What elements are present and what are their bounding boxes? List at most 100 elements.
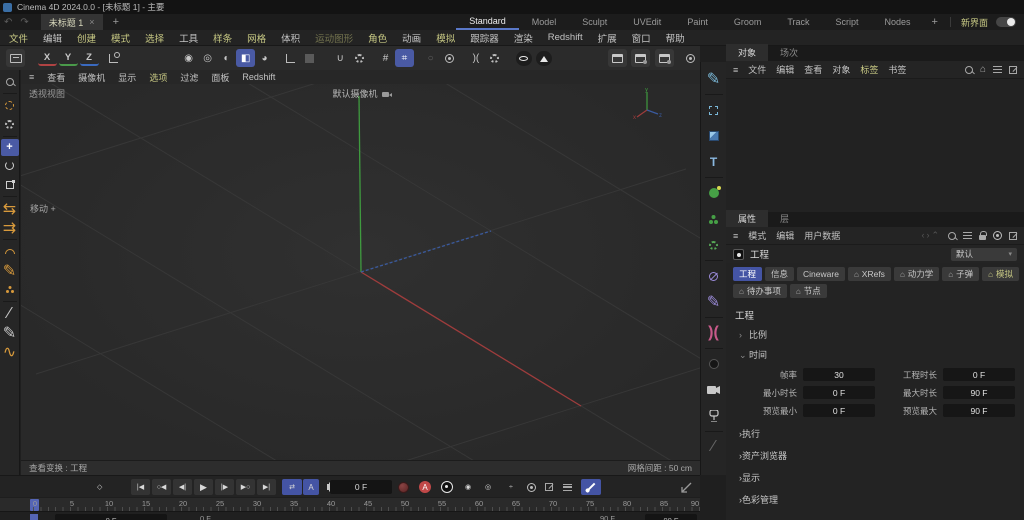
new-document-button[interactable]: + xyxy=(103,16,129,28)
min-time-field[interactable]: 0 F xyxy=(803,386,875,399)
autokey-frame-icon[interactable]: A xyxy=(303,479,319,495)
attr-tab-cineware[interactable]: Cineware xyxy=(797,267,845,281)
brush-tool-icon[interactable]: ∕ xyxy=(0,304,20,323)
group-display[interactable]: ›显示 xyxy=(739,471,1015,484)
cluster-icon[interactable] xyxy=(702,206,726,232)
live-selection-icon[interactable] xyxy=(0,96,20,115)
tab-takes[interactable]: 场次 xyxy=(768,44,810,61)
mirror-gear-icon[interactable] xyxy=(485,49,504,67)
prev-key-button[interactable]: ○◀ xyxy=(152,479,171,495)
tweak-tool-icon[interactable] xyxy=(0,115,20,134)
am-menu-edit[interactable]: 编辑 xyxy=(776,229,794,242)
close-tab-icon[interactable]: × xyxy=(89,17,94,27)
am-menu-mode[interactable]: 模式 xyxy=(748,229,766,242)
add-layout-button[interactable]: + xyxy=(924,16,946,28)
attr-tab-todo[interactable]: ⌂ 待办事项 xyxy=(733,284,787,298)
record-button[interactable] xyxy=(441,479,453,495)
field-icon[interactable] xyxy=(702,263,726,289)
home-icon[interactable]: ⌂ xyxy=(980,64,986,75)
menu-mograph[interactable]: 运动图形 xyxy=(315,31,353,45)
simulate-play-capsule-icon[interactable] xyxy=(536,50,552,66)
timeline-ruler[interactable]: 0 5 10 15 20 25 30 35 40 45 50 55 60 65 … xyxy=(0,497,700,511)
group-color-management[interactable]: ›色彩管理 xyxy=(739,493,1015,506)
am-popout-icon[interactable] xyxy=(1009,231,1017,240)
current-frame-field[interactable]: 0 F xyxy=(330,480,392,494)
lock-y-axis-button[interactable]: Y xyxy=(58,50,78,66)
menu-redshift[interactable]: Redshift xyxy=(548,32,583,43)
asset-browser-icon[interactable] xyxy=(6,49,25,67)
autokeying-icon[interactable]: A xyxy=(419,479,431,495)
keyframe-circle-icon[interactable]: ◉ xyxy=(465,479,471,495)
timeline-resize-icon[interactable] xyxy=(681,479,692,495)
render-settings-button[interactable] xyxy=(654,49,674,67)
key-box-icon[interactable] xyxy=(545,479,553,495)
shading-sphere-icon[interactable]: ◉ xyxy=(179,49,198,67)
layout-tab-sculpt[interactable]: Sculpt xyxy=(569,14,620,30)
record-position-icon[interactable] xyxy=(398,479,409,495)
generator-icon[interactable] xyxy=(702,180,726,206)
menu-tracker[interactable]: 跟踪器 xyxy=(470,31,499,45)
render-view-button[interactable] xyxy=(608,49,628,67)
vp-menu-cameras[interactable]: 摄像机 xyxy=(78,71,105,84)
pen-tool-icon[interactable]: ✎ xyxy=(0,323,20,342)
attr-tab-nodes[interactable]: ⌂ 节点 xyxy=(789,284,827,298)
attr-tab-bullet[interactable]: ⌂ 子弹 xyxy=(942,267,980,281)
am-menu-userdata[interactable]: 用户数据 xyxy=(804,229,840,242)
am-filter-icon[interactable] xyxy=(963,232,972,239)
tab-attributes[interactable]: 属性 xyxy=(726,210,769,227)
menu-volume[interactable]: 体积 xyxy=(281,31,300,45)
vp-menu-display[interactable]: 显示 xyxy=(118,71,136,84)
vp-menu-redshift[interactable]: Redshift xyxy=(242,72,275,82)
preview-min-field[interactable]: 0 F xyxy=(803,404,875,417)
menu-window[interactable]: 窗口 xyxy=(632,31,651,45)
primitive-plane-icon[interactable] xyxy=(702,97,726,123)
menu-animate[interactable]: 动画 xyxy=(402,31,421,45)
attr-tab-project[interactable]: 工程 xyxy=(733,267,763,281)
am-search-icon[interactable] xyxy=(948,231,956,240)
focus-icon[interactable] xyxy=(993,231,1002,240)
next-key-button[interactable]: ▶○ xyxy=(236,479,255,495)
target-circle-icon[interactable] xyxy=(440,49,459,67)
layout-tab-nodes[interactable]: Nodes xyxy=(872,14,924,30)
om-menu-tags[interactable]: 标签 xyxy=(860,63,878,76)
range-start-box[interactable]: 0 F xyxy=(55,514,167,520)
keyframe-selection-icon[interactable] xyxy=(581,479,601,495)
grid-snap-icon[interactable]: # xyxy=(376,49,395,67)
vp-menu-options[interactable]: 选项 xyxy=(149,71,167,84)
deformer-icon[interactable] xyxy=(702,232,726,258)
quantize-snap-icon[interactable]: ⌗ xyxy=(395,49,414,67)
om-menu-file[interactable]: 文件 xyxy=(748,63,766,76)
menu-extensions[interactable]: 扩展 xyxy=(598,31,617,45)
primitive-cube-icon[interactable] xyxy=(702,123,726,149)
render-picture-viewer-button[interactable] xyxy=(631,49,651,67)
attr-tab-xrefs[interactable]: ⌂ XRefs xyxy=(847,267,891,281)
scale-tool-icon[interactable] xyxy=(0,175,20,194)
menu-tools[interactable]: 工具 xyxy=(179,31,198,45)
text-object-icon[interactable]: T xyxy=(702,149,726,175)
mirror-left-icon[interactable]: )( xyxy=(466,49,485,67)
go-to-end-button[interactable]: ▶| xyxy=(257,479,276,495)
menu-render[interactable]: 渲染 xyxy=(514,31,533,45)
menu-mesh[interactable]: 网格 xyxy=(247,31,266,45)
new-ui-toggle[interactable] xyxy=(996,17,1016,27)
dim-circle-icon[interactable]: ○ xyxy=(421,49,440,67)
interactive-render-region-icon[interactable] xyxy=(681,49,700,67)
lock-icon[interactable] xyxy=(979,230,987,240)
am-burger-icon[interactable]: ≡ xyxy=(733,231,738,241)
keyframe-ring-icon[interactable]: ◎ xyxy=(485,479,491,495)
annotate-pencil-icon[interactable]: ∕ xyxy=(702,434,726,460)
spline-pen-icon[interactable]: ✎ xyxy=(702,66,726,92)
shading-material-icon[interactable]: ◕ xyxy=(255,49,274,67)
lock-x-axis-button[interactable]: X xyxy=(37,50,57,66)
key-target-icon[interactable] xyxy=(527,479,536,495)
attr-tab-info[interactable]: 信息 xyxy=(765,267,795,281)
menu-simulate[interactable]: 模拟 xyxy=(436,31,455,45)
sketch-tool-icon[interactable]: ∿ xyxy=(0,342,20,361)
light-object-icon[interactable] xyxy=(702,403,726,429)
camera-label[interactable]: 默认摄像机 xyxy=(21,87,700,100)
redo-icon[interactable]: ↷ xyxy=(16,17,32,28)
symmetry-icon[interactable]: )( xyxy=(702,320,726,346)
layout-tab-track[interactable]: Track xyxy=(774,14,822,30)
viewport-canvas[interactable]: 透视视图 默认摄像机 移动 + y x z xyxy=(21,84,700,460)
menu-character[interactable]: 角色 xyxy=(368,31,387,45)
